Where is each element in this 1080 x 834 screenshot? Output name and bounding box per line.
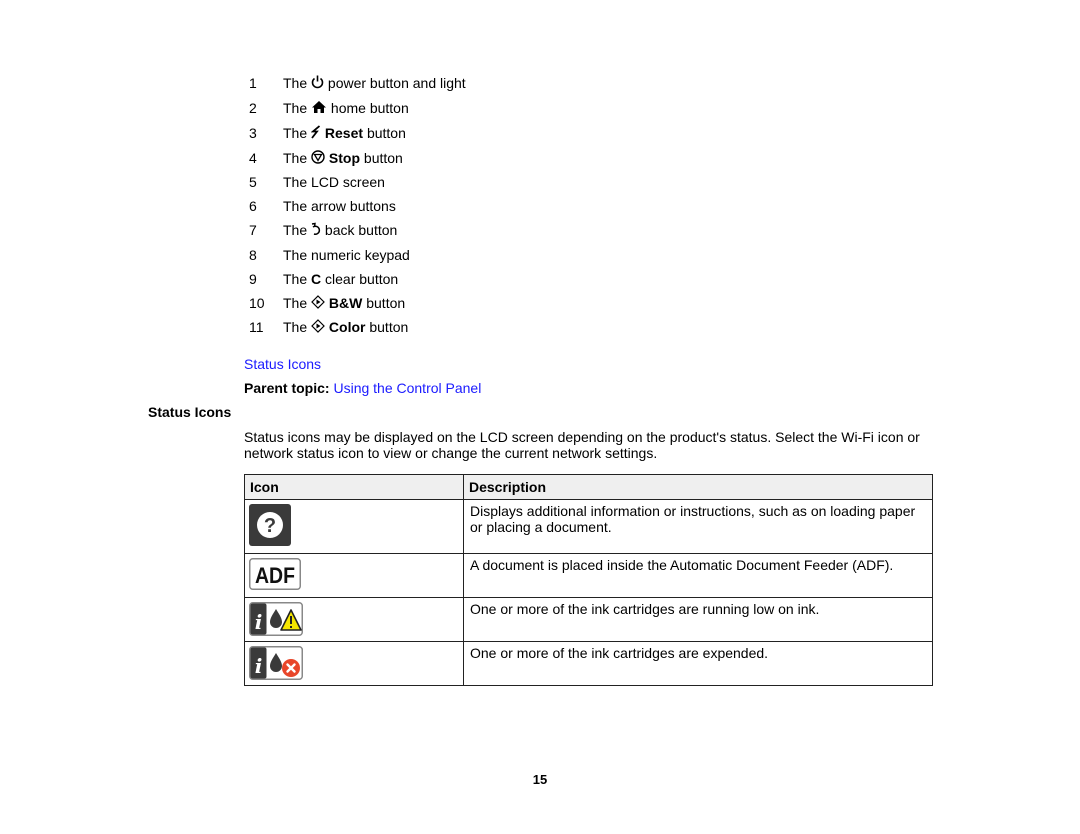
item-text: button <box>366 125 406 141</box>
item-number: 8 <box>249 247 257 263</box>
item-text: power button and light <box>327 75 466 91</box>
list-item: 2 The home button <box>249 98 649 118</box>
table-row: ADF A document is placed inside the Auto… <box>244 553 933 598</box>
svg-text:i: i <box>255 654 263 678</box>
svg-text:i: i <box>255 610 263 634</box>
item-bold-label: C <box>311 271 322 287</box>
description-cell: A document is placed inside the Automati… <box>463 553 933 598</box>
item-number: 11 <box>249 319 264 335</box>
list-item: 8 The numeric keypad <box>249 245 649 265</box>
list-item: 4 The Stop button <box>249 148 649 168</box>
item-number: 4 <box>249 150 257 166</box>
start-diamond-icon <box>311 295 325 310</box>
parent-topic: Parent topic: Using the Control Panel <box>244 380 481 396</box>
item-text: The LCD screen <box>283 174 385 190</box>
description-cell: One or more of the ink cartridges are ex… <box>463 641 933 686</box>
section-intro: Status icons may be displayed on the LCD… <box>244 429 920 461</box>
back-icon <box>311 222 321 236</box>
section-title: Status Icons <box>148 404 232 420</box>
item-text: back button <box>324 222 398 238</box>
svg-text:ADF: ADF <box>255 563 295 588</box>
table-header-row: Icon Description <box>244 474 933 500</box>
item-text: button <box>366 295 406 311</box>
item-text: button <box>363 150 403 166</box>
list-item: 3 The Reset button <box>249 123 649 143</box>
item-number: 2 <box>249 100 257 116</box>
status-icons-link[interactable]: Status Icons <box>244 356 321 372</box>
item-text: The <box>283 125 308 141</box>
item-bold-label: Color <box>328 319 366 335</box>
table-row: i One or more of the ink cartridges are … <box>244 597 933 642</box>
description-cell: One or more of the ink cartridges are ru… <box>463 597 933 642</box>
item-text: The <box>283 319 308 335</box>
column-header-description: Description <box>463 474 933 500</box>
list-item: 10 The B&W button <box>249 293 649 313</box>
item-text: The <box>283 271 308 287</box>
item-bold-label: Stop <box>328 150 361 166</box>
item-text: The <box>283 150 308 166</box>
stop-icon <box>311 150 325 164</box>
start-diamond-icon <box>311 319 325 334</box>
table-row: i One or more of the ink cartridges are … <box>244 641 933 686</box>
table-row: ? Displays additional information or ins… <box>244 499 933 554</box>
ink-low-warning-icon: i <box>249 602 303 636</box>
list-item: 1 The power button and light <box>249 73 649 93</box>
item-number: 3 <box>249 125 257 141</box>
icon-cell: ADF <box>244 553 464 598</box>
icon-cell: i <box>244 597 464 642</box>
item-number: 10 <box>249 295 265 311</box>
item-number: 5 <box>249 174 257 190</box>
icon-cell: ? <box>244 499 464 554</box>
ink-expended-icon: i <box>249 646 303 680</box>
item-number: 7 <box>249 222 257 238</box>
item-bold-label: B&W <box>328 295 363 311</box>
list-item: 9 The C clear button <box>249 269 649 289</box>
item-text: home button <box>330 100 409 116</box>
item-number: 1 <box>249 75 257 91</box>
home-icon <box>312 101 327 114</box>
help-question-icon: ? <box>249 504 291 546</box>
reset-icon <box>311 125 321 139</box>
item-number: 9 <box>249 271 257 287</box>
item-text: The <box>283 222 308 238</box>
page-number: 15 <box>532 772 548 787</box>
item-text: The numeric keypad <box>283 247 410 263</box>
icon-cell: i <box>244 641 464 686</box>
item-text: button <box>369 319 409 335</box>
list-item: 7 The back button <box>249 220 649 240</box>
column-header-icon: Icon <box>244 474 464 500</box>
status-icons-table: Icon Description ? Displays additional i… <box>244 474 933 686</box>
item-number: 6 <box>249 198 257 214</box>
item-text: clear button <box>325 271 399 287</box>
item-text: The <box>283 75 308 91</box>
item-text: The <box>283 100 308 116</box>
description-cell: Displays additional information or instr… <box>463 499 933 554</box>
item-bold-label: Reset <box>324 125 364 141</box>
list-item: 11 The Color button <box>249 317 649 337</box>
adf-icon: ADF <box>249 558 301 590</box>
list-item: 5 The LCD screen <box>249 172 649 192</box>
item-text: The arrow buttons <box>283 198 396 214</box>
parent-topic-label: Parent topic: <box>244 380 330 396</box>
list-item: 6 The arrow buttons <box>249 196 649 216</box>
parent-topic-link[interactable]: Using the Control Panel <box>333 380 481 396</box>
power-icon <box>311 75 324 89</box>
svg-text:?: ? <box>264 515 276 537</box>
item-text: The <box>283 295 308 311</box>
